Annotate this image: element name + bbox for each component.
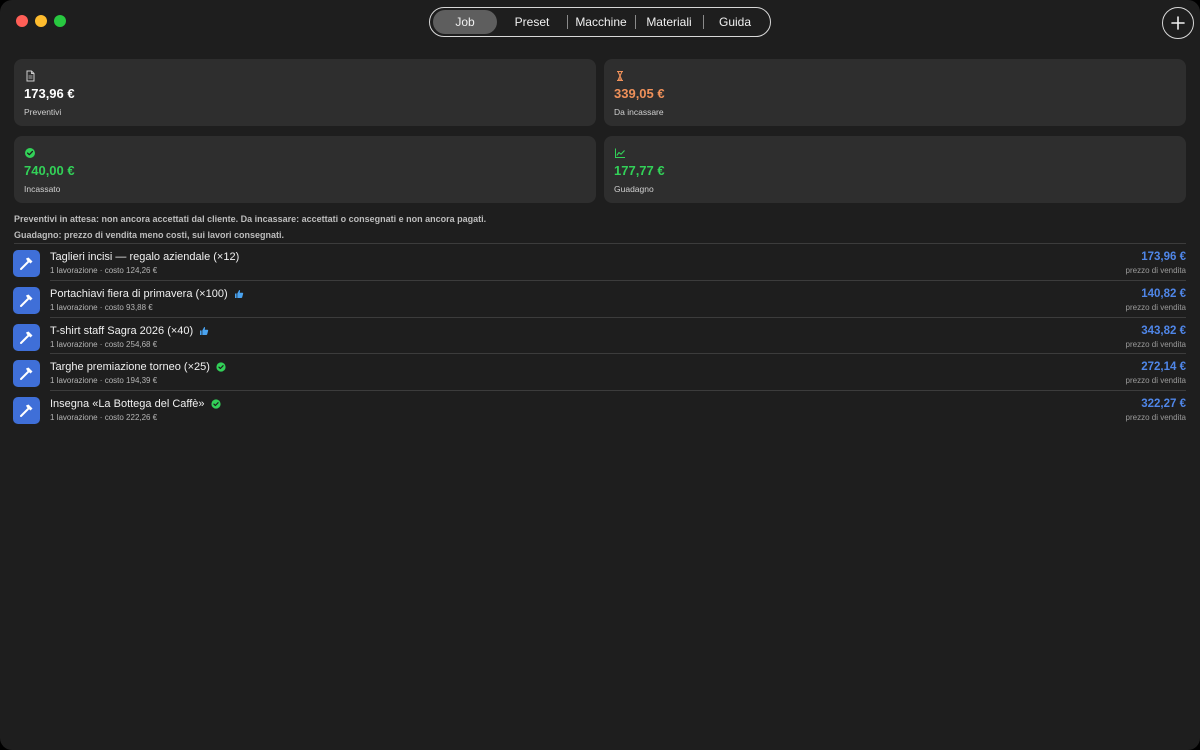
- da-incassare-label: Da incassare: [614, 107, 664, 117]
- plus-icon: [1171, 16, 1185, 30]
- card-guadagno: 177,77 € Guadagno: [604, 136, 1186, 203]
- job-price-label: prezzo di vendita: [1125, 376, 1186, 385]
- close-window-button[interactable]: [16, 15, 28, 27]
- card-incassato: 740,00 € Incassato: [14, 136, 596, 203]
- job-title: Portachiavi fiera di primavera (×100): [50, 288, 244, 300]
- job-title: Targhe premiazione torneo (×25): [50, 361, 226, 373]
- job-title: T-shirt staff Sagra 2026 (×40): [50, 325, 209, 337]
- job-price-label: prezzo di vendita: [1125, 303, 1186, 312]
- legend-note-2: Guadagno: prezzo di vendita meno costi, …: [14, 230, 285, 240]
- job-price-label: prezzo di vendita: [1125, 266, 1186, 275]
- job-price-label: prezzo di vendita: [1125, 413, 1186, 422]
- card-preventivi: 173,96 € Preventivi: [14, 59, 596, 126]
- window-controls: [16, 15, 66, 27]
- checkmark-seal-icon: [210, 399, 221, 409]
- job-row[interactable]: T-shirt staff Sagra 2026 (×40) 1 lavoraz…: [0, 318, 1200, 354]
- hammer-icon: [13, 360, 40, 387]
- job-price-label: prezzo di vendita: [1125, 340, 1186, 349]
- incassato-value: 740,00 €: [24, 163, 75, 178]
- job-price: 173,96 €: [1141, 251, 1186, 263]
- tab-macchine[interactable]: Macchine: [567, 10, 635, 34]
- thumbs-up-icon: [200, 327, 209, 335]
- card-da-incassare: 339,05 € Da incassare: [604, 59, 1186, 126]
- tab-preset[interactable]: Preset: [497, 10, 567, 34]
- hammer-icon: [13, 397, 40, 424]
- job-subtitle: 1 lavorazione · costo 124,26 €: [50, 266, 158, 275]
- job-price: 322,27 €: [1141, 398, 1186, 410]
- job-title: Insegna «La Bottega del Caffè»: [50, 398, 221, 410]
- job-row[interactable]: Insegna «La Bottega del Caffè» 1 lavoraz…: [0, 391, 1200, 427]
- job-title: Taglieri incisi — regalo aziendale (×12): [50, 251, 240, 263]
- tab-job[interactable]: Job: [433, 10, 497, 34]
- job-price: 343,82 €: [1141, 325, 1186, 337]
- app-window: Job Preset Macchine Materiali Guida 173,…: [0, 0, 1200, 750]
- tab-guida[interactable]: Guida: [703, 10, 767, 34]
- incassato-label: Incassato: [24, 184, 61, 194]
- thumbs-up-icon: [234, 290, 243, 298]
- checkmark-seal-icon: [216, 362, 226, 372]
- job-price: 272,14 €: [1141, 361, 1186, 373]
- job-row[interactable]: Portachiavi fiera di primavera (×100) 1 …: [0, 281, 1200, 317]
- preventivi-label: Preventivi: [24, 107, 62, 117]
- checkmark-circle-icon: [25, 148, 35, 158]
- job-subtitle: 1 lavorazione · costo 93,88 €: [50, 303, 153, 312]
- hammer-icon: [13, 324, 40, 351]
- job-price: 140,82 €: [1141, 288, 1186, 300]
- job-row[interactable]: Taglieri incisi — regalo aziendale (×12)…: [0, 244, 1200, 280]
- minimize-window-button[interactable]: [35, 15, 47, 27]
- hourglass-icon: [617, 70, 623, 82]
- guadagno-value: 177,77 €: [614, 163, 665, 178]
- legend-note-1: Preventivi in attesa: non ancora accetta…: [14, 214, 487, 224]
- job-subtitle: 1 lavorazione · costo 222,26 €: [50, 413, 158, 422]
- hammer-icon: [13, 250, 40, 277]
- guadagno-label: Guadagno: [614, 184, 654, 194]
- job-subtitle: 1 lavorazione · costo 194,39 €: [50, 376, 158, 385]
- main-tab-bar: Job Preset Macchine Materiali Guida: [429, 7, 771, 37]
- document-icon: [26, 70, 35, 82]
- chart-line-icon: [615, 148, 625, 158]
- preventivi-value: 173,96 €: [24, 86, 75, 101]
- tab-materiali[interactable]: Materiali: [635, 10, 703, 34]
- job-subtitle: 1 lavorazione · costo 254,68 €: [50, 340, 158, 349]
- da-incassare-value: 339,05 €: [614, 86, 665, 101]
- hammer-icon: [13, 287, 40, 314]
- zoom-window-button[interactable]: [54, 15, 66, 27]
- job-row[interactable]: Targhe premiazione torneo (×25) 1 lavora…: [0, 354, 1200, 390]
- add-job-button[interactable]: [1162, 7, 1194, 39]
